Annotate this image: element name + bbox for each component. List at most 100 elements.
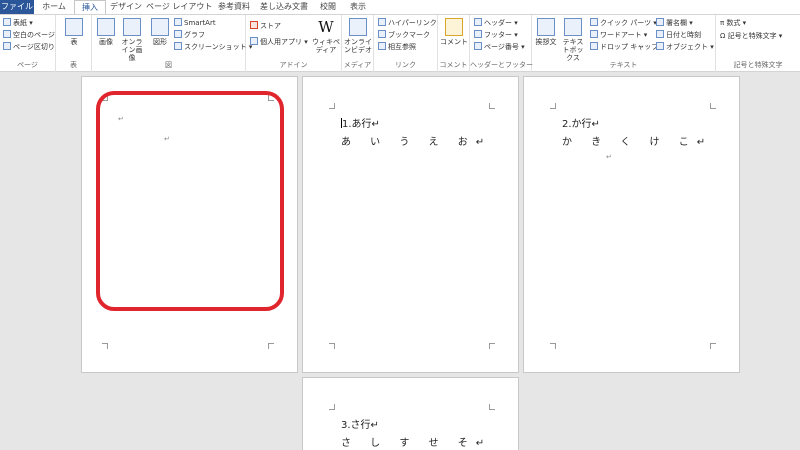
media-group: オンラインビデオ メディア bbox=[342, 15, 374, 72]
cross-reference-button[interactable]: 相互参照 bbox=[378, 42, 416, 52]
margin-corner-mark bbox=[268, 343, 274, 349]
online-picture-button[interactable]: オンライン画像 bbox=[119, 18, 145, 62]
margin-corner-mark bbox=[550, 343, 556, 349]
text-line-heading: 3.さ行↵ bbox=[341, 420, 379, 431]
header-button[interactable]: ヘッダー ▾ bbox=[474, 18, 518, 28]
header-footer-group-label: ヘッダーとフッター bbox=[470, 61, 533, 69]
margin-corner-mark bbox=[489, 404, 495, 410]
wordart-icon bbox=[590, 30, 598, 38]
wikipedia-icon: W bbox=[318, 18, 334, 36]
object-icon bbox=[656, 42, 664, 50]
picture-icon bbox=[97, 18, 115, 36]
tab-file[interactable]: ファイル bbox=[0, 0, 34, 14]
margin-corner-mark bbox=[550, 103, 556, 109]
comment-group: コメント コメント bbox=[438, 15, 470, 72]
cover-page-button[interactable]: 表紙 ▾ bbox=[3, 18, 33, 28]
highlight-box bbox=[96, 91, 284, 311]
equation-button[interactable]: π 数式 ▾ bbox=[720, 19, 746, 28]
comment-button[interactable]: コメント bbox=[440, 18, 468, 46]
symbol-group: π 数式 ▾ Ω 記号と特殊文字 ▾ 記号と特殊文字 bbox=[716, 15, 800, 72]
document-page-3[interactable]: 2.か行↵ か き く け こ↵ ↵ bbox=[523, 76, 740, 373]
margin-corner-mark bbox=[710, 103, 716, 109]
chart-button[interactable]: グラフ bbox=[174, 30, 205, 40]
text-line-kana: さ し す せ そ↵ bbox=[341, 438, 493, 449]
table-icon bbox=[65, 18, 83, 36]
signature-line-button[interactable]: 署名欄 ▾ bbox=[656, 18, 693, 28]
addin-group: ストア 個人用アプリ ▾ W ウィキペディア アドイン bbox=[246, 15, 342, 72]
shapes-button[interactable]: 図形 bbox=[150, 18, 170, 46]
tab-home[interactable]: ホーム bbox=[36, 0, 72, 14]
figure-group: 画像 オンライン画像 図形 SmartArt グラフ スクリーンショット ▾ 図 bbox=[92, 15, 252, 72]
object-button[interactable]: オブジェクト ▾ bbox=[656, 42, 714, 52]
text-group-label: テキスト bbox=[609, 61, 638, 69]
page-group: 表紙 ▾ 空白のページ ページ区切り ページ bbox=[0, 15, 56, 72]
page-number-icon bbox=[474, 42, 482, 50]
bookmark-icon bbox=[378, 30, 386, 38]
cover-page-icon bbox=[3, 18, 11, 26]
online-video-icon bbox=[349, 18, 367, 36]
online-video-button[interactable]: オンラインビデオ bbox=[344, 18, 372, 54]
tab-page-layout[interactable]: ページ レイアウト bbox=[146, 0, 212, 14]
tab-review[interactable]: 校閲 bbox=[314, 0, 342, 14]
text-line-kana: か き く け こ↵ bbox=[562, 137, 714, 148]
smartart-button[interactable]: SmartArt bbox=[174, 18, 216, 28]
table-group: 表 表 bbox=[56, 15, 92, 72]
hyperlink-icon bbox=[378, 18, 386, 26]
addin-group-label: アドイン bbox=[279, 61, 308, 69]
table-group-label: 表 bbox=[70, 61, 77, 69]
margin-corner-mark bbox=[489, 103, 495, 109]
screenshot-button[interactable]: スクリーンショット ▾ bbox=[174, 42, 252, 52]
text-line-heading: 1.あ行↵ bbox=[341, 118, 380, 130]
page-break-button[interactable]: ページ区切り bbox=[3, 42, 55, 52]
text-box-button[interactable]: テキストボックス bbox=[560, 18, 586, 62]
tab-mailings[interactable]: 差し込み文書 bbox=[256, 0, 312, 14]
hyperlink-button[interactable]: ハイパーリンク bbox=[378, 18, 437, 28]
shapes-icon bbox=[151, 18, 169, 36]
figure-group-label: 図 bbox=[165, 61, 172, 69]
tab-view[interactable]: 表示 bbox=[344, 0, 372, 14]
drop-cap-icon bbox=[590, 42, 598, 50]
margin-corner-mark bbox=[329, 343, 335, 349]
drop-cap-button[interactable]: ドロップ キャップ ▾ bbox=[590, 42, 664, 52]
document-page-2[interactable]: 1.あ行↵ あ い う え お↵ bbox=[302, 76, 519, 373]
symbol-button[interactable]: Ω 記号と特殊文字 ▾ bbox=[720, 32, 782, 41]
footer-icon bbox=[474, 30, 482, 38]
date-time-icon bbox=[656, 30, 664, 38]
comment-icon bbox=[445, 18, 463, 36]
date-time-button[interactable]: 日付と時刻 bbox=[656, 30, 701, 40]
tab-design[interactable]: デザイン bbox=[108, 0, 144, 14]
cross-reference-icon bbox=[378, 42, 386, 50]
paragraph-mark: ↵ bbox=[606, 153, 612, 161]
my-apps-button[interactable]: 個人用アプリ ▾ bbox=[250, 37, 308, 47]
greeting-button[interactable]: 挨拶文 bbox=[534, 18, 558, 46]
footer-button[interactable]: フッター ▾ bbox=[474, 30, 518, 40]
margin-corner-mark bbox=[329, 103, 335, 109]
table-button[interactable]: 表 bbox=[64, 18, 84, 46]
chart-icon bbox=[174, 30, 182, 38]
margin-corner-mark bbox=[710, 343, 716, 349]
document-page-4[interactable]: 3.さ行↵ さ し す せ そ↵ bbox=[302, 377, 519, 450]
signature-line-icon bbox=[656, 18, 664, 26]
header-icon bbox=[474, 18, 482, 26]
blank-page-button[interactable]: 空白のページ bbox=[3, 30, 55, 40]
my-apps-icon bbox=[250, 37, 258, 45]
text-line-kana: あ い う え お↵ bbox=[341, 137, 493, 148]
link-group: ハイパーリンク ブックマーク 相互参照 リンク bbox=[374, 15, 438, 72]
ribbon: 表紙 ▾ 空白のページ ページ区切り ページ 表 表 画像 オンライン画像 図形… bbox=[0, 14, 800, 72]
picture-button[interactable]: 画像 bbox=[96, 18, 116, 46]
wikipedia-button[interactable]: W ウィキペディア bbox=[312, 18, 340, 54]
wordart-button[interactable]: ワードアート ▾ bbox=[590, 30, 647, 40]
tab-references[interactable]: 参考資料 bbox=[214, 0, 254, 14]
page-number-button[interactable]: ページ番号 ▾ bbox=[474, 42, 525, 52]
screenshot-icon bbox=[174, 42, 182, 50]
document-page-1[interactable]: ↵ ↵ bbox=[81, 76, 298, 373]
quick-parts-button[interactable]: クイック パーツ ▾ bbox=[590, 18, 657, 28]
store-button[interactable]: ストア bbox=[250, 21, 281, 31]
margin-corner-mark bbox=[102, 343, 108, 349]
online-picture-icon bbox=[123, 18, 141, 36]
smartart-icon bbox=[174, 18, 182, 26]
tab-insert[interactable]: 挿入 bbox=[74, 0, 106, 15]
bookmark-button[interactable]: ブックマーク bbox=[378, 30, 430, 40]
text-line-heading: 2.か行↵ bbox=[562, 119, 600, 130]
text-group: 挨拶文 テキストボックス クイック パーツ ▾ ワードアート ▾ ドロップ キャ… bbox=[532, 15, 716, 72]
